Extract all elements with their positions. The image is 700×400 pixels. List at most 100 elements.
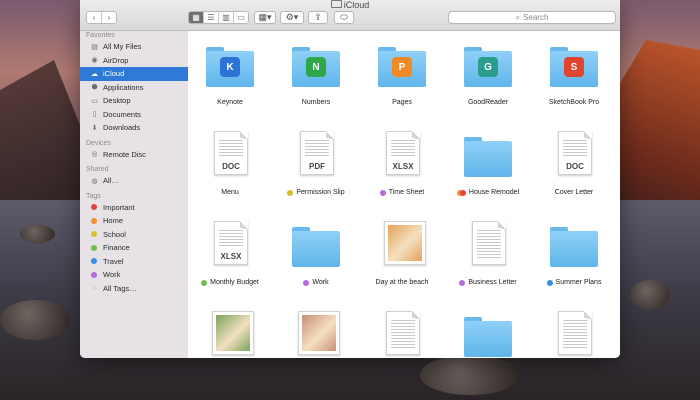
file-item[interactable]: Business Letter [446, 217, 530, 297]
sidebar-item[interactable]: School [80, 228, 188, 242]
sidebar-item[interactable]: ▯ Documents [80, 108, 188, 122]
sidebar-section-heading: Devices [86, 139, 111, 147]
desktop-rock [0, 300, 70, 340]
file-name-label: Work [274, 279, 358, 286]
column-view-button[interactable]: ▥ [219, 12, 234, 23]
folder-shape: K [206, 47, 254, 87]
sidebar-item[interactable]: ▤ All My Files [80, 40, 188, 54]
file-name: Work [312, 279, 329, 286]
sidebar-item[interactable]: ◌ All Tags… [80, 282, 188, 296]
file-kind-badge: DOC [222, 162, 240, 171]
desktop-rock [420, 355, 520, 395]
nav-buttons: ‹ › [86, 11, 117, 24]
window-title: iCloud [80, 0, 620, 11]
sidebar-item-label: Work [103, 270, 121, 280]
search-field[interactable]: ⌕ Search [448, 11, 616, 24]
file-item[interactable]: G GoodReader [446, 37, 530, 117]
file-name: Pages [392, 99, 412, 106]
file-name-label: Numbers [274, 99, 358, 106]
sidebar-item[interactable]: ◉ AirDrop [80, 54, 188, 68]
file-item[interactable]: S SketchBook Pro [532, 37, 616, 117]
file-item[interactable]: Summer Plans [532, 217, 616, 297]
file-item[interactable]: Day at the beach [360, 217, 444, 297]
sidebar-item[interactable]: Travel [80, 255, 188, 269]
tag-color-dot [303, 279, 310, 286]
desktop-mountain-left [0, 60, 90, 210]
file-kind-badge: PDF [309, 162, 325, 171]
coverflow-view-button[interactable]: ▭ [234, 12, 248, 23]
folder-icon: G [458, 37, 518, 97]
sidebar-item[interactable]: Important [80, 201, 188, 215]
desktop-rock [630, 280, 670, 310]
sidebar-item[interactable]: ◎ Remote Disc [80, 148, 188, 162]
file-item[interactable]: P Pages [360, 37, 444, 117]
sidebar-item[interactable]: ◍ All… [80, 174, 188, 188]
cloud-icon [330, 0, 342, 8]
action-gear-button[interactable]: ⚙▾ [280, 11, 304, 24]
document-icon: PDF [286, 127, 346, 187]
file-name: Summer Plans [555, 279, 602, 286]
search-icon: ⌕ [515, 12, 521, 22]
disc-icon: ◎ [91, 151, 98, 159]
document-icon: DOC [544, 127, 604, 187]
file-item[interactable] [532, 307, 616, 358]
forward-button[interactable]: › [102, 12, 116, 23]
sidebar-item[interactable]: ☁ iCloud [80, 67, 188, 81]
file-name-label: Time Sheet [360, 189, 444, 196]
sidebar-item[interactable]: Home [80, 214, 188, 228]
share-button[interactable]: ⇪ [308, 11, 328, 24]
folder-shape: S [550, 47, 598, 87]
sidebar-item[interactable]: ▭ Desktop [80, 94, 188, 108]
file-name: SketchBook Pro [548, 99, 600, 106]
arrange-button[interactable]: ▦▾ [254, 11, 276, 24]
file-item[interactable]: K Keynote [188, 37, 272, 117]
file-item[interactable]: House Remodel [446, 127, 530, 207]
sidebar-item[interactable]: Work [80, 268, 188, 282]
file-name: Permission Slip [296, 189, 345, 196]
list-view-button[interactable]: ☰ [204, 12, 219, 23]
sidebar-section-heading: Tags [86, 192, 101, 200]
file-name: Business Letter [468, 279, 517, 286]
sidebar-section-heading: Shared [86, 166, 109, 173]
file-item[interactable]: XLSX Monthly Budget [188, 217, 272, 297]
file-name: Keynote [217, 99, 243, 106]
sidebar-item-label: Remote Disc [103, 149, 146, 159]
file-item[interactable]: XLSX Time Sheet [360, 127, 444, 207]
app-emblem-icon: N [306, 57, 326, 77]
file-name-label: House Remodel [446, 189, 530, 196]
tag-color-dot [91, 217, 97, 224]
documents-icon: ▯ [92, 111, 97, 119]
icon-view-button[interactable]: ▦ [189, 12, 204, 23]
view-mode-buttons: ▦ ☰ ▥ ▭ [188, 11, 249, 24]
photo-thumbnail [200, 307, 260, 358]
file-item[interactable] [188, 307, 272, 358]
sidebar-item[interactable]: Finance [80, 241, 188, 255]
file-name: Numbers [301, 99, 331, 106]
file-item[interactable] [274, 307, 358, 358]
tag-button[interactable]: ⬭ [334, 11, 354, 24]
applications-icon: ⬢ [91, 84, 98, 92]
folder-icon: K [200, 37, 260, 97]
sidebar-item[interactable]: ⬇ Downloads [80, 121, 188, 135]
file-item[interactable]: PDF Permission Slip [274, 127, 358, 207]
sidebar-item-label: Travel [103, 256, 124, 266]
photo-thumbnail [286, 307, 346, 358]
back-button[interactable]: ‹ [87, 12, 102, 23]
file-item[interactable]: DOC Cover Letter [532, 127, 616, 207]
downloads-icon: ⬇ [91, 124, 98, 132]
document-preview [372, 307, 432, 358]
sidebar-item[interactable]: ⬢ Applications [80, 81, 188, 95]
sidebar-item-label: All… [103, 176, 119, 186]
document-preview [458, 217, 518, 277]
file-item[interactable]: DOC Menu [188, 127, 272, 207]
file-item[interactable] [360, 307, 444, 358]
folder-shape [550, 227, 598, 267]
file-item[interactable]: N Numbers [274, 37, 358, 117]
folder-icon [544, 217, 604, 277]
file-item[interactable]: Work [274, 217, 358, 297]
document-icon: XLSX [372, 127, 432, 187]
file-item[interactable] [446, 307, 530, 358]
tag-color-dot [546, 279, 553, 286]
sidebar-item-label: All Tags… [103, 283, 137, 293]
tag-color-dot [91, 231, 97, 238]
